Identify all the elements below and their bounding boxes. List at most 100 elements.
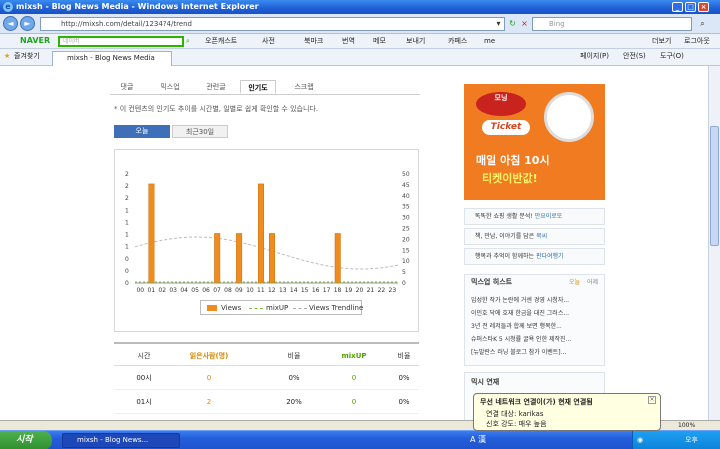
sidebar-link[interactable]: 책, 만남, 이야기를 담은 북씨 [464, 228, 605, 245]
notification-line-2: 신호 강도: 매우 높음 [486, 420, 547, 428]
cell-ratio: 0% [288, 374, 300, 382]
trendline [134, 236, 399, 270]
back-icon[interactable]: ◄ [3, 16, 18, 31]
naver-item-dictionary[interactable]: 사전 [262, 36, 275, 47]
network-icon[interactable]: ◉ [637, 431, 643, 449]
sidebar-link[interactable]: 똑똑한 쇼핑 생활 분석! 만요이로또 [464, 208, 605, 225]
naver-item-opencast[interactable]: 오픈캐스트 [205, 36, 237, 47]
vertical-scrollbar[interactable] [708, 66, 720, 430]
taskbar-ie-button[interactable]: mixsh - Blog News... [62, 433, 180, 448]
tab-popularity[interactable]: 인기도 [240, 80, 276, 94]
legend-views-swatch [207, 305, 217, 311]
browser-tab-label: mixsh - Blog News Media [67, 54, 155, 62]
naver-item-send[interactable]: 보내기 [406, 36, 425, 47]
list-item[interactable]: 임성한 작가 논란에 거센 경영 시청자... [471, 295, 599, 304]
language-indicator[interactable]: A 漢 [470, 434, 486, 445]
ad-line-1: 매일 아침 10시 [476, 154, 550, 167]
y-right-tick-label: 50 [402, 171, 410, 178]
minimize-button[interactable]: _ [672, 2, 683, 12]
list-item[interactable]: [뉴발란스 러닝 블로그 참가 이벤트]... [471, 347, 599, 356]
list-item[interactable]: 이민호 닥에 호재 한금을 대진 그러스... [471, 308, 599, 317]
favorites-button[interactable]: 즐겨찾기 [14, 51, 40, 62]
y-left-tick-label: 0 [125, 256, 129, 263]
y-right-tick-label: 15 [402, 247, 410, 254]
forward-icon[interactable]: ► [20, 16, 35, 31]
logout-button[interactable]: 로그아웃 [684, 36, 710, 47]
tab-related[interactable]: 관련글 [196, 80, 236, 94]
start-button[interactable]: 시작 [0, 431, 52, 449]
table-header: 시간 읽은사람(명) 비율 mixUP 비율 [114, 342, 419, 366]
bar [214, 233, 221, 284]
period-today-button[interactable]: 오늘 [114, 125, 170, 138]
star-icon: ★ [4, 52, 11, 60]
bar [148, 183, 155, 284]
mix-series-title: 믹시 연재 [471, 378, 500, 386]
page-menu[interactable]: 페이지(P) [580, 51, 609, 62]
ticket-ad-banner[interactable]: 모닝 Ticket 매일 아침 10시 티켓이반값! [464, 84, 605, 200]
bar [334, 233, 341, 284]
sidebar-link[interactable]: 행복과 추억이 함께하는 판다여행기 [464, 248, 605, 265]
x-tick-label: 18 [334, 287, 342, 294]
x-tick-label: 10 [246, 287, 254, 294]
stop-icon[interactable]: × [518, 17, 531, 31]
period-recent-button[interactable]: 최근30일 [172, 125, 228, 138]
address-input[interactable]: http://mixsh.com/detail/1234?4/trend [40, 17, 505, 31]
y-right-tick-label: 0 [402, 280, 406, 287]
naver-search-icon[interactable]: ⌕ [186, 36, 190, 47]
cell-readers: 0 [206, 374, 212, 382]
taskbar-ie-label: mixsh - Blog News... [77, 436, 149, 444]
ad-brand: 모닝 [476, 92, 526, 116]
window-title: mixsh - Blog News Media - Windows Intern… [16, 2, 259, 11]
x-tick-label: 22 [378, 287, 386, 294]
naver-item-cafe[interactable]: 카페스 [448, 36, 467, 47]
search-icon[interactable]: ⌕ [696, 17, 709, 31]
cell-mixup-ratio: 0% [398, 398, 410, 406]
search-input[interactable]: Bing [532, 17, 692, 31]
dropdown-icon[interactable]: ▾ [492, 17, 505, 31]
notification-close-icon[interactable]: × [648, 396, 656, 404]
x-tick-label: 15 [301, 287, 309, 294]
table-row: 01시 2 20% 0 0% [114, 390, 419, 414]
maximize-button[interactable]: □ [685, 2, 696, 12]
legend-views: Views [221, 304, 242, 312]
x-tick-label: 08 [224, 287, 232, 294]
browser-tab[interactable]: mixsh - Blog News Media [52, 51, 172, 66]
list-item[interactable]: 3년 전 레저들과 합께 보면 행복한... [471, 321, 599, 330]
link-text: 똑똑한 쇼핑 생활 분석! [475, 213, 533, 220]
naver-item-memo[interactable]: 메모 [373, 36, 386, 47]
tab-comments[interactable]: 댓글 [112, 80, 142, 94]
x-tick-label: 12 [268, 287, 276, 294]
link-accent: 만요이로또 [534, 213, 563, 220]
tab-scrap[interactable]: 스크랩 [284, 80, 324, 94]
list-item[interactable]: 슈퍼스타K 5 시청률 굴욕 인한 제작진... [471, 334, 599, 343]
scrollbar-thumb[interactable] [710, 126, 719, 246]
close-button[interactable]: × [698, 2, 709, 12]
naver-toolbar: NAVER 네이버 ⌕ 오픈캐스트 사전 북마크 번역 메모 보내기 카페스 m… [0, 34, 720, 49]
naver-search-input[interactable]: 네이버 [58, 36, 184, 47]
tab-mixup[interactable]: 믹스업 [150, 80, 190, 94]
more-button[interactable]: 더보기 [652, 36, 671, 47]
hot-tab-yesterday[interactable]: 어제 [587, 277, 603, 286]
x-tick-label: 20 [356, 287, 364, 294]
y-left-tick-label: 1 [125, 232, 129, 239]
safety-menu[interactable]: 안전(S) [623, 51, 646, 62]
search-placeholder: Bing [549, 20, 565, 28]
link-text: 행복과 추억이 함께하는 [475, 253, 535, 260]
y-right-tick-label: 10 [402, 258, 410, 265]
naver-item-me[interactable]: me [484, 36, 495, 47]
hot-tab-today[interactable]: 오늘 [569, 277, 585, 286]
x-tick-label: 05 [191, 287, 199, 294]
y-left-tick-label: 0 [125, 268, 129, 275]
x-tick-label: 04 [180, 287, 188, 294]
network-notification[interactable]: 무선 네트워크 연결이(가) 현재 연결됨 연결 대상: karikas 신호 … [473, 393, 661, 431]
legend-trend-swatch [293, 308, 307, 309]
url-text: http://mixsh.com/detail/1234?4/trend [61, 20, 192, 28]
link-accent: 북씨 [536, 233, 548, 240]
y-left-tick-label: 1 [125, 207, 129, 214]
tools-menu[interactable]: 도구(O) [660, 51, 684, 62]
start-label: 시작 [16, 435, 33, 445]
naver-item-translate[interactable]: 번역 [342, 36, 355, 47]
naver-item-bookmark[interactable]: 북마크 [304, 36, 323, 47]
x-tick-label: 01 [147, 287, 155, 294]
cell-mixup: 0 [351, 398, 357, 406]
